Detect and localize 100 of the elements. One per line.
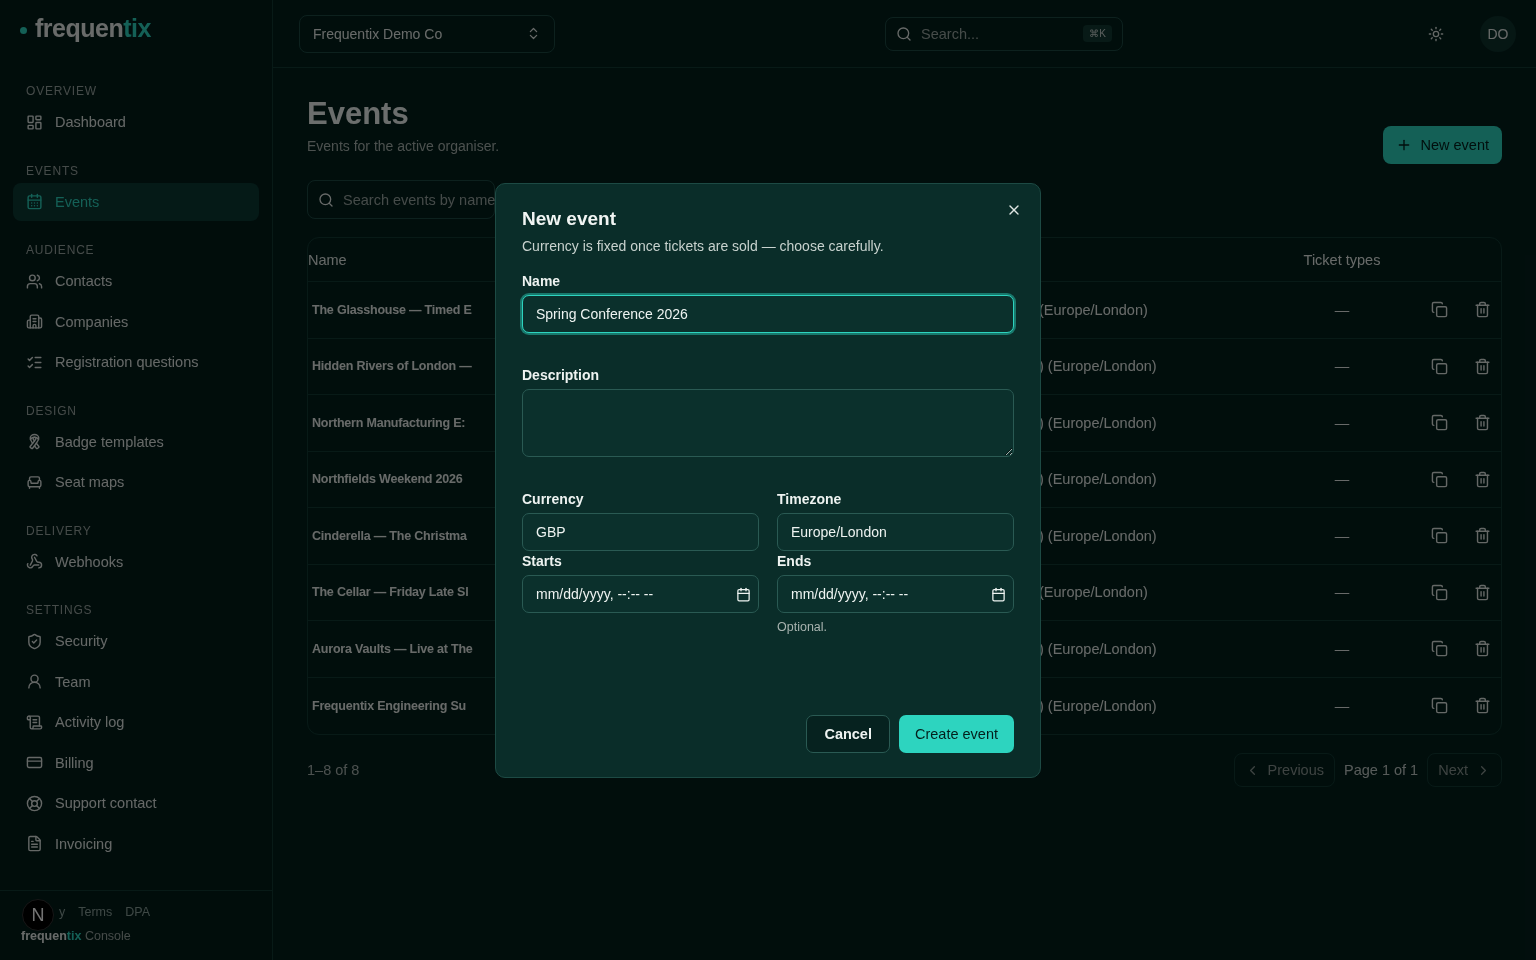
table-cell-text: (Europe/London) <box>1039 301 1149 318</box>
table-cell-text: The Glasshouse — Timed E <box>311 302 473 317</box>
footer-link[interactable]: DPA <box>125 905 151 919</box>
sidebar-item-label: Dashboard <box>55 114 126 130</box>
sidebar-item[interactable]: Invoicing <box>13 824 259 863</box>
footer-link[interactable]: y <box>59 905 66 919</box>
sidebar-item-label: Contacts <box>55 273 113 289</box>
field-label: Name <box>522 273 562 289</box>
sidebar-item[interactable]: Companies <box>13 302 259 341</box>
sidebar-item[interactable]: Security <box>13 622 259 660</box>
table-cell-text: (Europe/London) <box>1039 584 1149 601</box>
results-summary: 1–8 of 8 <box>307 762 360 778</box>
table-cell-text: — <box>1333 414 1351 431</box>
section-heading: DESIGN <box>25 402 78 420</box>
shield-icon <box>26 632 43 650</box>
field-hint: Optional. <box>777 620 829 634</box>
sidebar-item[interactable]: Activity log <box>13 703 259 741</box>
user-avatar[interactable]: DO <box>1480 15 1516 52</box>
table-cell-text: — <box>1333 584 1351 601</box>
sidebar-item[interactable]: Badge templates <box>13 422 259 461</box>
calendar-icon[interactable] <box>736 586 751 602</box>
table-cell-text: Northern Manufacturing E: <box>311 415 467 430</box>
table-cell-text: — <box>1333 640 1351 657</box>
name-field[interactable]: Spring Conference 2026 <box>522 295 1014 333</box>
sidebar-item-label: Support contact <box>55 795 157 811</box>
sidebar-item[interactable]: Billing <box>13 743 259 782</box>
table-cell-text: — <box>1333 697 1351 714</box>
sidebar-item-label: Registration questions <box>55 354 199 370</box>
timezone-field[interactable]: Europe/London <box>777 513 1014 551</box>
logo: frequentix <box>35 14 151 43</box>
sidebar-item[interactable]: Dashboard <box>13 103 259 141</box>
table-cell-text: Hidden Rivers of London — <box>311 359 473 374</box>
field-label: Starts <box>522 553 563 569</box>
building-icon <box>26 313 43 330</box>
dashboard-icon <box>26 113 43 131</box>
credit-card-icon <box>26 754 43 771</box>
section-heading: OVERVIEW <box>25 83 98 100</box>
sidebar-item-label: Webhooks <box>55 553 124 570</box>
cancel-button[interactable]: Cancel <box>806 715 890 753</box>
table-cell-text: The Cellar — Friday Late Sl <box>311 585 470 600</box>
sidebar-item[interactable]: Contacts <box>13 262 259 300</box>
section-heading: DELIVERY <box>25 522 93 540</box>
sidebar-item[interactable]: Events <box>13 182 259 221</box>
page-subtitle: Events for the active organiser. <box>307 138 500 154</box>
sidebar-item-label: Security <box>55 633 108 649</box>
table-cell-text: — <box>1333 301 1351 318</box>
sidebar-item-label: Seat maps <box>55 474 125 490</box>
sidebar-item-label: Companies <box>55 313 129 330</box>
user-icon <box>26 673 43 690</box>
search-field[interactable]: Search... ⌘K <box>885 16 1123 51</box>
table-cell-text: Northfields Weekend 2026 <box>311 472 464 487</box>
document-icon <box>26 835 43 852</box>
sidebar-item[interactable]: Team <box>13 662 259 701</box>
field-label: Description <box>522 367 600 383</box>
sidebar-item[interactable]: Seat maps <box>13 463 259 501</box>
create-event-button[interactable]: Create event <box>898 715 1014 753</box>
next-button[interactable]: Next <box>1427 753 1502 787</box>
dialog-title: New event <box>522 208 617 230</box>
page-title: Events <box>307 96 410 132</box>
currency-field[interactable]: GBP <box>522 513 759 551</box>
footer-link[interactable]: Terms <box>78 905 113 919</box>
column-header: Ticket types <box>1302 251 1382 268</box>
column-header: Name <box>308 251 348 268</box>
table-cell-text: Aurora Vaults — Live at The <box>311 641 474 656</box>
start-date-field[interactable]: mm/dd/yyyy, --:-- -- <box>522 575 759 613</box>
ribbon-icon <box>26 433 43 450</box>
sidebar-item-label: Billing <box>55 754 94 771</box>
table-cell-text: — <box>1333 527 1351 544</box>
sidebar-item-label: Badge templates <box>55 433 164 450</box>
lifebuoy-icon <box>26 794 43 812</box>
calendar-icon <box>26 193 43 210</box>
sidebar-item-label: Events <box>55 193 100 210</box>
sidebar-item[interactable]: Registration questions <box>13 343 259 381</box>
sidebar-item[interactable]: Support contact <box>13 784 259 822</box>
scroll-icon <box>26 713 43 731</box>
section-heading: SETTINGS <box>25 602 94 619</box>
search-icon <box>318 191 334 208</box>
table-cell-text: Cinderella — The Christma <box>311 528 468 543</box>
sidebar-item-label: Invoicing <box>55 835 113 852</box>
section-heading: AUDIENCE <box>25 242 96 259</box>
field-label: Timezone <box>777 491 843 507</box>
organisation-select[interactable]: Frequentix Demo Co <box>299 14 555 53</box>
sidebar-item-label: Team <box>55 673 91 690</box>
field-label: Currency <box>522 491 585 507</box>
shortcut-hint: ⌘K <box>1083 25 1112 42</box>
event-search-field[interactable]: Search events by name <box>307 180 495 219</box>
sidebar-item[interactable]: Webhooks <box>13 542 259 581</box>
new-event-button[interactable]: New event <box>1383 126 1502 164</box>
armchair-icon <box>26 473 43 491</box>
page-indicator: Page 1 of 1 <box>1344 762 1419 778</box>
dev-badge[interactable]: N <box>22 899 54 931</box>
sidebar-item-label: Activity log <box>55 714 125 730</box>
section-heading: EVENTS <box>25 162 80 180</box>
table-cell-text: — <box>1333 471 1351 488</box>
description-field[interactable] <box>522 389 1014 457</box>
previous-button[interactable]: Previous <box>1233 753 1335 787</box>
table-cell-text: — <box>1333 358 1351 375</box>
webhook-icon <box>26 553 43 570</box>
end-date-field[interactable]: mm/dd/yyyy, --:-- -- <box>777 575 1014 613</box>
calendar-icon[interactable] <box>991 586 1006 602</box>
